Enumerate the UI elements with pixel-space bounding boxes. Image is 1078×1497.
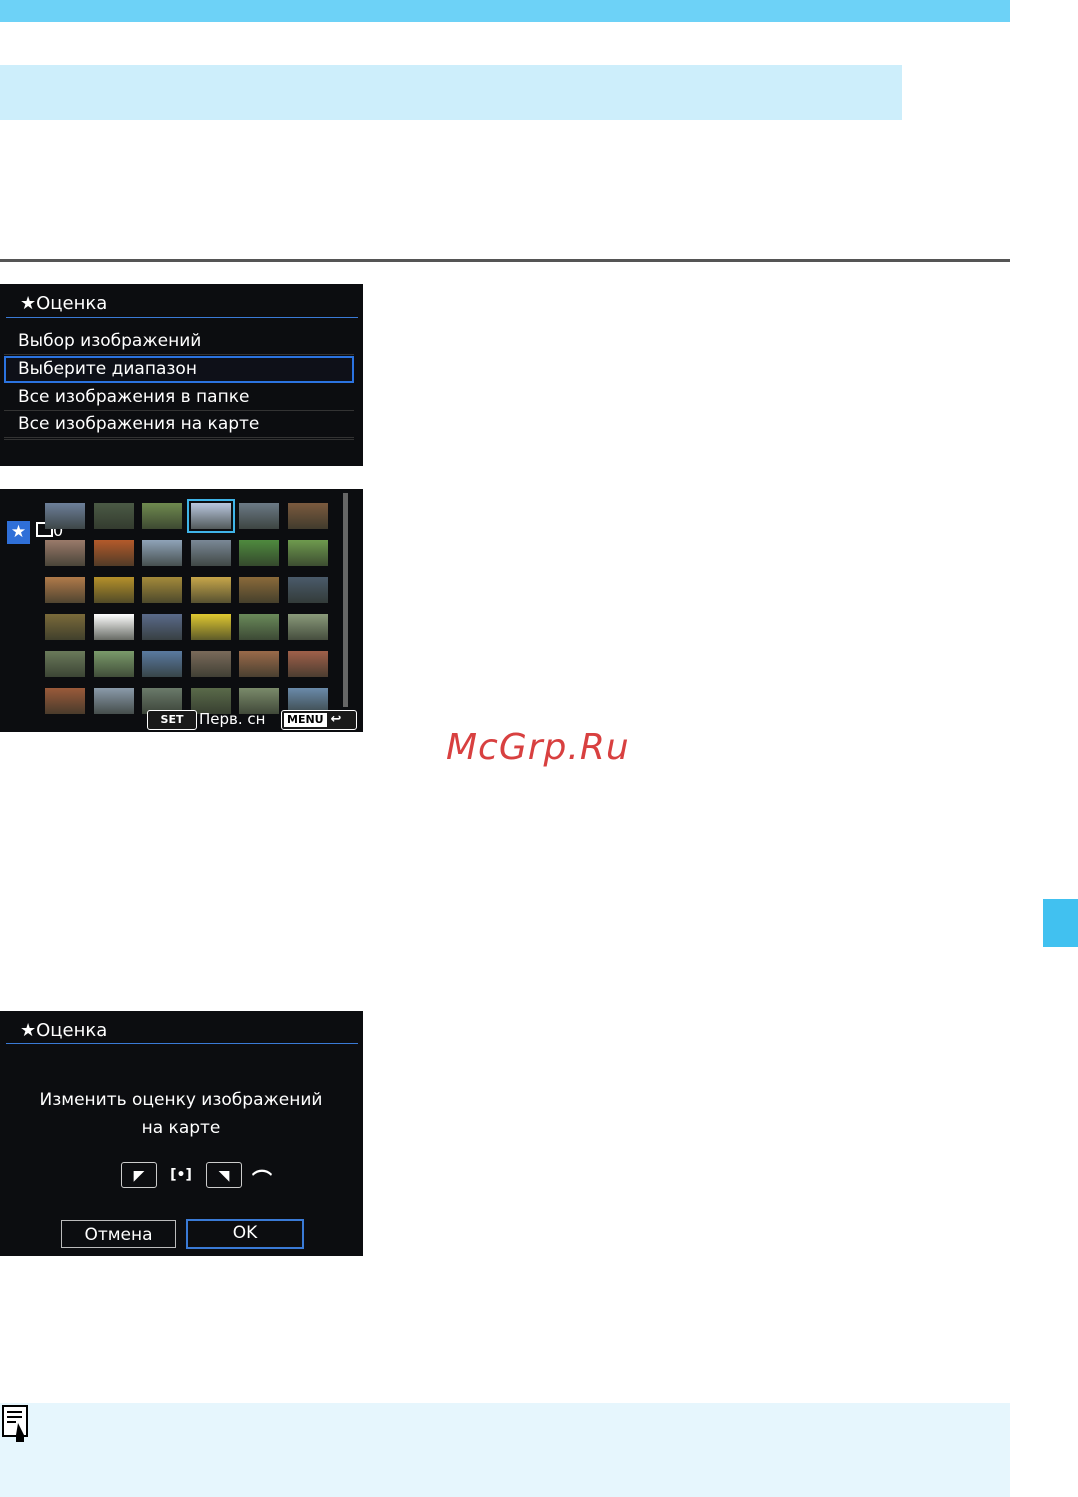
image-thumbnail[interactable] (45, 614, 85, 640)
rating-down-key: ◤ (121, 1162, 157, 1188)
range-select-screen: ★ 0 SET Перв. сн MENU ↩ (0, 489, 363, 732)
image-thumbnail[interactable] (287, 577, 328, 603)
header-bar (0, 0, 1010, 22)
image-thumbnail[interactable] (190, 651, 231, 677)
image-thumbnail[interactable] (239, 614, 279, 640)
subheader-bar (0, 65, 902, 120)
image-thumbnail[interactable] (93, 503, 134, 529)
image-thumbnail[interactable] (190, 577, 231, 603)
rating-menu-screen: ★Оценка Выбор изображений Выберите диапа… (0, 284, 363, 466)
image-thumbnail[interactable] (142, 503, 182, 529)
image-thumbnail[interactable] (142, 577, 182, 603)
image-thumbnail[interactable] (142, 540, 182, 566)
menu-key-icon: MENU ↩ (281, 710, 357, 730)
image-thumbnail[interactable] (93, 688, 134, 714)
image-thumbnail[interactable] (142, 614, 182, 640)
image-thumbnail[interactable] (93, 540, 134, 566)
image-thumbnail[interactable] (239, 651, 279, 677)
rating-star-icon: ★ (7, 521, 30, 544)
image-thumbnail[interactable] (45, 577, 85, 603)
menu-row-empty (4, 439, 354, 440)
back-icon: ↩ (330, 712, 342, 727)
confirm-screen-title: ★Оценка (20, 1020, 108, 1041)
dial-icon: ⌒ (252, 1168, 272, 1192)
image-thumbnail[interactable] (93, 651, 134, 677)
menu-item-all-in-folder[interactable]: Все изображения в папке (4, 384, 354, 411)
image-thumbnail[interactable] (93, 614, 134, 640)
image-thumbnail[interactable] (239, 503, 279, 529)
scrollbar[interactable] (343, 493, 348, 707)
menu-key-label: MENU (284, 713, 327, 727)
chapter-tab (1043, 899, 1078, 947)
note-box (0, 1403, 1010, 1497)
image-thumbnail[interactable] (190, 540, 231, 566)
image-thumbnail[interactable] (239, 540, 279, 566)
image-thumbnail[interactable] (45, 651, 85, 677)
confirm-message-line1: Изменить оценку изображений (39, 1090, 323, 1110)
image-thumbnail[interactable] (45, 540, 85, 566)
note-icon (2, 1405, 28, 1442)
image-thumbnail[interactable] (186, 499, 235, 533)
confirm-message-line2: на карте (141, 1118, 221, 1138)
menu-screen-title: ★Оценка (20, 293, 108, 314)
menu-item-all-on-card[interactable]: Все изображения на карте (4, 411, 354, 438)
section-divider (0, 259, 1010, 262)
cancel-button[interactable]: Отмена (61, 1220, 176, 1248)
title-divider (6, 317, 358, 318)
image-thumbnail[interactable] (287, 651, 328, 677)
first-image-label: Перв. сн (199, 710, 266, 728)
set-key-icon: SET (147, 710, 197, 730)
watermark: McGrp.Ru (446, 727, 630, 768)
menu-item-select-images[interactable]: Выбор изображений (4, 328, 354, 355)
image-thumbnail[interactable] (190, 614, 231, 640)
image-thumbnail[interactable] (287, 503, 328, 529)
confirm-screen: ★Оценка Изменить оценку изображений на к… (0, 1011, 363, 1256)
image-thumbnail[interactable] (45, 688, 85, 714)
rating-up-key: ◥ (206, 1162, 242, 1188)
image-thumbnail[interactable] (142, 651, 182, 677)
title-divider (6, 1043, 358, 1044)
star-glyph: ★ (10, 522, 27, 542)
ok-button[interactable]: OK (186, 1219, 304, 1249)
image-thumbnail[interactable] (93, 577, 134, 603)
menu-item-select-range[interactable]: Выберите диапазон (4, 356, 354, 383)
image-thumbnail[interactable] (45, 503, 85, 529)
image-thumbnail[interactable] (239, 577, 279, 603)
image-thumbnail[interactable] (287, 614, 328, 640)
rating-center-key: [•] (170, 1167, 192, 1183)
image-thumbnail[interactable] (287, 540, 328, 566)
